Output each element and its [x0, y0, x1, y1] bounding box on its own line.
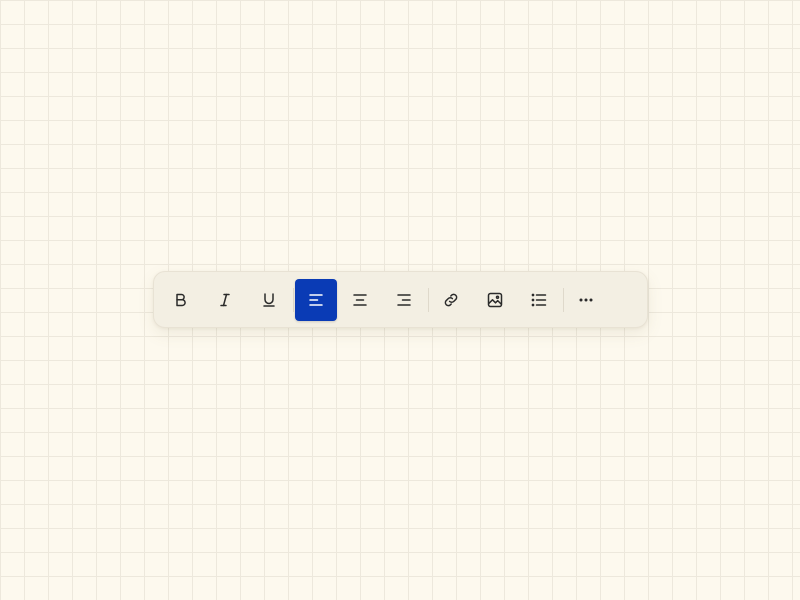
italic-button[interactable] [204, 279, 246, 321]
bullet-list-icon [531, 293, 547, 306]
align-center-button[interactable] [339, 279, 381, 321]
bold-icon [176, 293, 186, 306]
more-horizontal-icon [579, 298, 593, 301]
align-center-icon [353, 293, 367, 306]
insert-link-button[interactable] [430, 279, 472, 321]
formatting-toolbar [153, 271, 648, 328]
align-left-button[interactable] [295, 278, 337, 321]
italic-icon [220, 293, 230, 306]
toolbar-divider [428, 287, 429, 312]
bold-button[interactable] [160, 279, 202, 321]
image-icon [487, 292, 503, 307]
bullet-list-button[interactable] [518, 279, 560, 321]
more-options-button[interactable] [565, 279, 607, 321]
underline-icon [263, 292, 275, 307]
insert-image-button[interactable] [474, 279, 516, 321]
align-right-icon [397, 293, 411, 306]
link-icon [444, 293, 458, 306]
align-left-icon [309, 293, 323, 306]
align-right-button[interactable] [383, 279, 425, 321]
toolbar-divider [563, 287, 564, 312]
underline-button[interactable] [248, 279, 290, 321]
toolbar-divider [293, 287, 294, 312]
